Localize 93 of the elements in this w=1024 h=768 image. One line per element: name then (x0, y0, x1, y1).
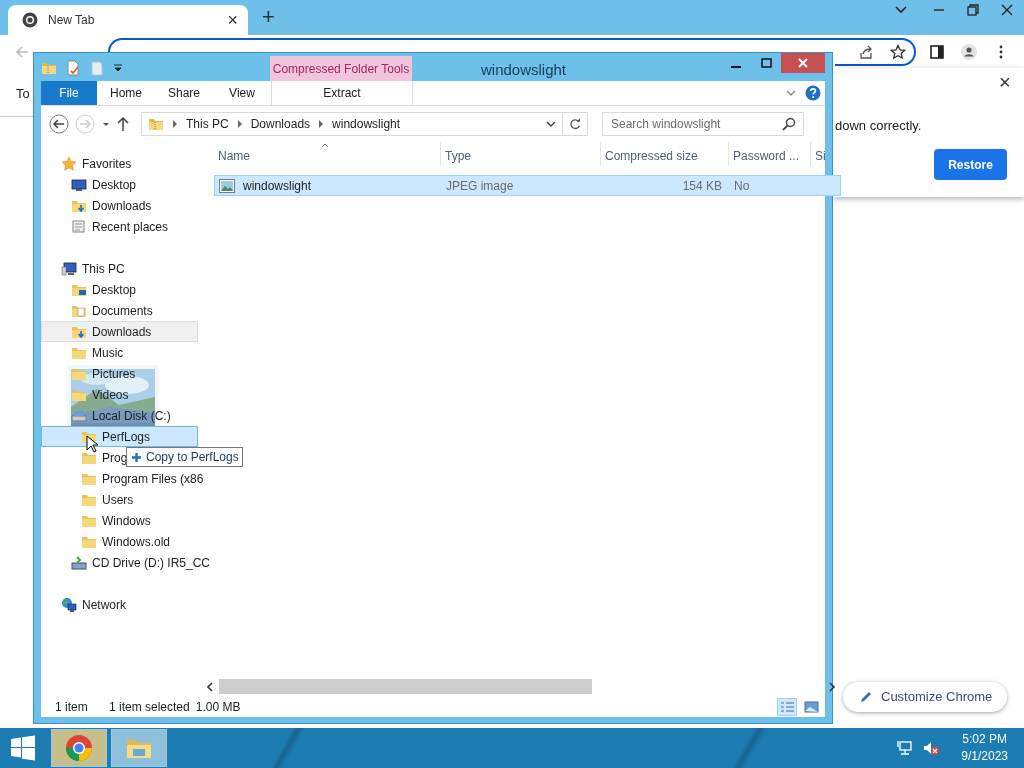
ribbon-tab[interactable]: Extract (271, 81, 413, 105)
file-row[interactable]: windowslight JPEG image 154 KB No (214, 175, 841, 196)
breadcrumb-item[interactable]: windowslight (332, 114, 401, 133)
profile-icon[interactable] (961, 44, 977, 60)
close-button[interactable] (781, 53, 825, 73)
chevron-icon (318, 119, 325, 128)
share-icon[interactable] (858, 44, 874, 60)
tree-item[interactable]: Documents (41, 300, 154, 321)
restore-icon[interactable] (965, 2, 981, 18)
tree-item[interactable]: This PC (41, 258, 126, 279)
column-header[interactable]: Si (811, 142, 841, 166)
scroll-left-icon[interactable] (205, 681, 215, 692)
chevron-icon (236, 119, 243, 128)
browser-logo-icon (22, 12, 38, 28)
cd-drive-icon (71, 554, 87, 571)
status-text: 1.00 MB (195, 698, 241, 716)
network-icon (61, 596, 77, 613)
tree-item[interactable]: Downloads (41, 195, 153, 216)
tree-item[interactable]: Desktop (41, 174, 138, 195)
clock-time: 5:02 PM (961, 731, 1008, 748)
tree-item[interactable]: Program Files (x86 (41, 468, 205, 489)
file-type: JPEG image (445, 177, 515, 195)
tree-item[interactable]: PerfLogs (41, 426, 198, 447)
search-icon (782, 116, 796, 131)
side-panel-icon[interactable] (929, 44, 945, 60)
properties-icon[interactable] (65, 60, 81, 76)
tab-title: New Tab (48, 12, 96, 29)
up-icon[interactable] (117, 115, 129, 132)
tree-item[interactable]: Music (41, 342, 125, 363)
plus-icon (131, 451, 142, 463)
tree-item[interactable]: Favorites (41, 153, 133, 174)
tree-item[interactable]: Recent places (41, 216, 170, 237)
window-title: windowslight (481, 60, 567, 80)
start-icon[interactable] (9, 734, 37, 762)
minimize-icon (731, 65, 741, 68)
taskbar-button[interactable] (51, 729, 107, 767)
muted-speaker-icon[interactable] (923, 740, 940, 756)
close-popup-button[interactable]: × (999, 72, 1011, 92)
back-icon[interactable] (49, 113, 69, 134)
monitor-icon (71, 176, 87, 193)
close-icon[interactable] (999, 2, 1015, 18)
breadcrumb-item[interactable]: Downloads (250, 114, 311, 133)
info-bar-text: To (16, 86, 30, 101)
status-text: 1 item (55, 698, 89, 716)
new-tab-button[interactable]: + (262, 6, 275, 28)
tree-item[interactable]: Users (41, 489, 135, 510)
context-tab-header: Compressed Folder Tools (270, 56, 412, 81)
tree-item[interactable]: Windows (41, 510, 152, 531)
thumbnail-view-icon (803, 700, 819, 713)
compressed-size: 154 KB (681, 177, 723, 195)
browser-tab[interactable]: New Tab × (8, 5, 248, 35)
status-text: 1 item selected (109, 698, 190, 716)
browser-logo-icon (65, 734, 93, 762)
computer-icon (61, 260, 77, 277)
pencil-icon (859, 690, 873, 704)
clock-date: 9/1/2023 (961, 748, 1008, 765)
refresh-button[interactable] (563, 111, 588, 136)
close-tab-button[interactable]: × (227, 11, 238, 29)
star-icon (61, 155, 77, 172)
cursor-icon (86, 435, 98, 453)
address-field[interactable]: This PC Downloads windowslight (141, 111, 563, 136)
popup-message: down correctly. (835, 117, 922, 135)
file-name: windowslight (243, 177, 312, 195)
restore-button[interactable]: Restore (934, 149, 1007, 180)
column-header[interactable]: Compressed size (601, 142, 729, 166)
customize-chrome-button[interactable]: Customize Chrome (843, 682, 1007, 712)
tooltip-text: Copy to PerfLogs (146, 449, 239, 466)
scroll-right-icon[interactable] (827, 681, 837, 692)
column-header[interactable]: Name (214, 142, 441, 166)
help-icon[interactable] (805, 85, 821, 101)
search-field[interactable]: Search windowslight (602, 111, 804, 136)
column-header[interactable]: Password ... (729, 142, 811, 166)
breadcrumb-item[interactable]: This PC (186, 114, 229, 133)
password-protected: No (733, 177, 750, 195)
scroll-thumb[interactable] (219, 679, 592, 694)
network-icon[interactable] (897, 740, 914, 756)
column-header[interactable]: Type (441, 142, 601, 166)
tree-item[interactable]: Downloads (41, 321, 198, 342)
details-view-icon (779, 700, 795, 713)
clock[interactable]: 5:02 PM 9/1/2023 (961, 731, 1008, 765)
address-bar[interactable] (835, 38, 916, 66)
tree-item[interactable]: CD Drive (D:) IR5_CC (41, 552, 211, 573)
ribbon-tab[interactable]: File (41, 81, 97, 105)
recent-places-icon (71, 218, 87, 235)
close-icon (798, 58, 808, 68)
bookmark-star-icon[interactable] (890, 44, 906, 60)
image-file-icon (219, 178, 235, 193)
refresh-icon (569, 116, 581, 131)
tree-item[interactable]: Desktop (41, 279, 138, 300)
tree-item[interactable]: Network (41, 594, 127, 615)
chevron-icon (172, 119, 178, 128)
tree-item[interactable]: Windows.old (41, 531, 172, 552)
maximize-icon (760, 58, 772, 68)
